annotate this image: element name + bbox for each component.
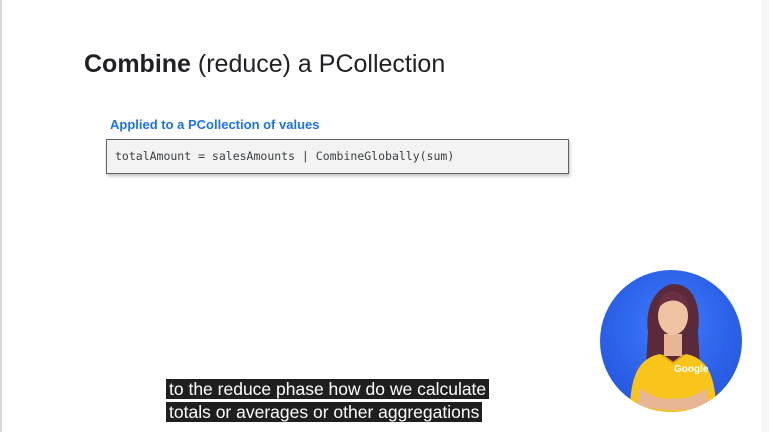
code-box: totalAmount = salesAmounts | CombineGlob…	[106, 139, 569, 174]
presenter-illustration: Google	[630, 284, 716, 412]
section-label: Applied to a PCollection of values	[110, 117, 320, 132]
presenter-neck	[664, 334, 682, 356]
subtitle-captions: to the reduce phase how do we calculate …	[166, 378, 490, 424]
caption-line-2: totals or averages or other aggregations	[166, 401, 489, 424]
slide-right-border	[761, 0, 769, 432]
slide-left-border	[0, 0, 2, 432]
code-line: totalAmount = salesAmounts | CombineGlob…	[115, 149, 455, 163]
caption-line-1: to the reduce phase how do we calculate	[166, 378, 490, 401]
slide-title: Combine (reduce) a PCollection	[84, 48, 445, 80]
presenter-video-bubble: Google	[600, 270, 742, 412]
slide-title-rest: (reduce) a PCollection	[190, 50, 446, 78]
slide-title-bold: Combine	[84, 50, 191, 78]
shirt-logo-text: Google	[674, 364, 709, 375]
